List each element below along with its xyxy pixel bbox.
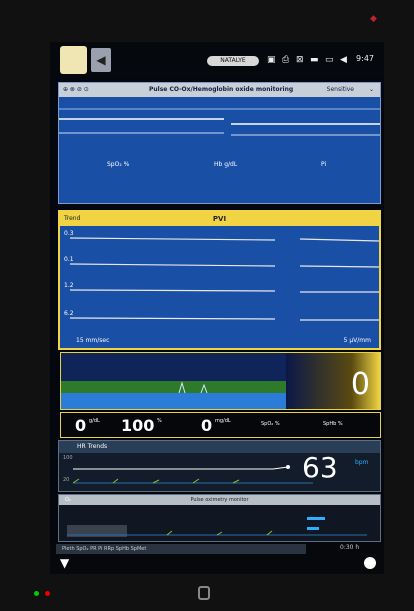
filter-icon[interactable]: ▼ bbox=[60, 556, 69, 570]
scale-bottom: 20 bbox=[63, 477, 70, 483]
panel-header: ⊕ ⊗ ⊘ ⊙ Pulse CO-Ox/Hemoglobin oxide mon… bbox=[59, 83, 380, 97]
panel-title: HR Trends bbox=[77, 443, 108, 450]
readout-label: SpO₂ % bbox=[261, 421, 280, 427]
y-label: 1.2 bbox=[64, 282, 74, 289]
trace-2 bbox=[59, 132, 380, 136]
y-label: 0.1 bbox=[64, 256, 74, 263]
grid-icon[interactable]: ⊠ bbox=[296, 55, 304, 65]
window-icon[interactable]: ▭ bbox=[325, 55, 334, 65]
readout-unit: % bbox=[157, 418, 162, 424]
legend-hb: Hb g/dL bbox=[214, 161, 238, 168]
panel-label: Trend bbox=[64, 215, 81, 222]
gear-icon[interactable] bbox=[364, 557, 376, 569]
trend-tabs[interactable]: Pleth SpO₂ PR Pi RRp SpHb SpMet bbox=[56, 544, 306, 554]
sweep-speed: 15 mm/sec bbox=[76, 337, 110, 344]
hr-unit: bpm bbox=[355, 459, 369, 466]
spectrum-value: 0 bbox=[350, 367, 370, 402]
save-icon[interactable]: ▣ bbox=[267, 55, 276, 65]
device-home-button[interactable] bbox=[198, 586, 210, 600]
y-label: 0.3 bbox=[64, 230, 74, 237]
readout-unit: g/dL bbox=[89, 418, 100, 424]
panel-icons: ⊕ ⊗ ⊘ ⊙ bbox=[63, 86, 89, 93]
panel-o2[interactable]: O₂ Pulse oximetry monitor bbox=[58, 494, 381, 542]
hr-trend bbox=[73, 465, 313, 484]
panel-title: Pulse CO-Ox/Hemoglobin oxide monitoring bbox=[149, 86, 294, 93]
panel-header: O₂ Pulse oximetry monitor bbox=[59, 495, 380, 505]
panel-trend-1[interactable]: ⊕ ⊗ ⊘ ⊙ Pulse CO-Ox/Hemoglobin oxide mon… bbox=[58, 82, 381, 204]
monitor-screen: ◀ NATALYE ▣ ⎙ ⊠ ▬ ▭ ◀ 9:47 ⊕ ⊗ ⊘ ⊙ Pulse… bbox=[50, 42, 384, 574]
waveform-area bbox=[59, 108, 380, 136]
hr-value: 63 bbox=[302, 451, 338, 484]
panel-hr[interactable]: HR Trends 100 20 63 bpm bbox=[58, 440, 381, 492]
readout-value: 100 bbox=[121, 416, 155, 435]
panel-spectrum[interactable]: 0 bbox=[60, 352, 381, 410]
gain-label: 5 μV/mm bbox=[343, 337, 371, 344]
account-pill[interactable]: NATALYE bbox=[207, 56, 259, 66]
o2-trend bbox=[67, 517, 367, 537]
legend-pi: Pi bbox=[321, 161, 327, 168]
o2-label: O₂ bbox=[65, 497, 71, 503]
print-icon[interactable]: ⎙ bbox=[282, 55, 289, 65]
time-zoom[interactable]: 0:30 h bbox=[340, 544, 359, 551]
power-led bbox=[34, 591, 39, 596]
bottom-toolbar: Pleth SpO₂ PR Pi RRp SpHb SpMet 0:30 h ▼ bbox=[50, 544, 384, 574]
trace-1 bbox=[59, 118, 380, 125]
readout-row: 0 g/dL 100 % 0 mg/dL SpO₂ % SpHb % bbox=[60, 412, 381, 438]
y-label: 6.2 bbox=[64, 310, 74, 317]
readout-label: SpHb % bbox=[323, 421, 343, 427]
clock: 9:47 bbox=[356, 54, 374, 63]
panel-header: Trend PVI bbox=[60, 212, 379, 226]
readout-value: 0 bbox=[201, 416, 213, 435]
spectrum-plot bbox=[61, 353, 380, 409]
readout-value: 0 bbox=[75, 416, 87, 435]
panel-title: Pulse oximetry monitor bbox=[190, 497, 249, 503]
speaker-icon[interactable]: ◀ bbox=[91, 48, 111, 72]
status-bar: ◀ NATALYE ▣ ⎙ ⊠ ▬ ▭ ◀ 9:47 bbox=[50, 42, 384, 78]
chevron-down-icon[interactable]: ⌄ bbox=[369, 83, 374, 97]
panel-pvi[interactable]: Trend PVI 0.3 0.1 1.2 6.2 15 mm/sec 5 μV… bbox=[58, 210, 381, 350]
alarm-led bbox=[45, 591, 50, 596]
device-bezel: ◆ ◀ NATALYE ▣ ⎙ ⊠ ▬ ▭ ◀ 9:47 ⊕ ⊗ ⊘ ⊙ Pul… bbox=[0, 0, 414, 611]
volume-icon[interactable]: ◀ bbox=[340, 55, 347, 65]
scale-top: 100 bbox=[63, 455, 73, 461]
readout-unit: mg/dL bbox=[215, 418, 231, 424]
panel-mode[interactable]: Sensitive bbox=[327, 83, 354, 97]
battery-icon: ▬ bbox=[310, 55, 319, 65]
legend-spo2: SpO₂ % bbox=[107, 161, 130, 168]
panel-title: PVI bbox=[212, 215, 227, 223]
brand-logo: ◆ bbox=[370, 14, 377, 24]
home-button[interactable] bbox=[60, 46, 87, 74]
waveform-area bbox=[69, 237, 379, 321]
